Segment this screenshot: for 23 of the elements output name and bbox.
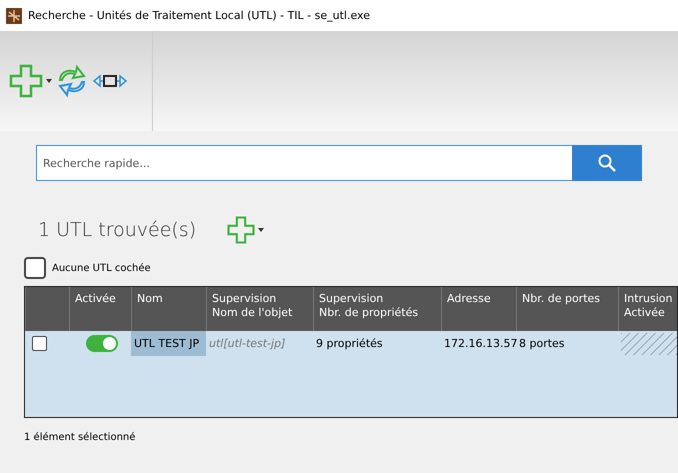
add-button[interactable] xyxy=(8,63,52,99)
toggle-switch[interactable] xyxy=(86,335,118,352)
add-button[interactable] xyxy=(226,215,264,245)
caret-icon xyxy=(258,228,264,232)
table-cell-text: 9 propriétés xyxy=(315,336,384,352)
checkbox[interactable] xyxy=(24,257,46,279)
status-text: 1 élément sélectionné xyxy=(24,432,136,443)
checkbox-label: Aucune UTL cochée xyxy=(52,262,151,274)
table-cell-text: 172.16.13.57 xyxy=(443,336,516,352)
result-count: 1 UTL trouvée(s) xyxy=(38,219,196,241)
table-cell-text: utl[utl-test-jp] xyxy=(208,336,286,352)
resize-icon[interactable] xyxy=(92,73,128,89)
search-icon xyxy=(598,154,616,172)
search-field[interactable]: Recherche rapide... xyxy=(36,145,572,181)
window-title: Recherche - Unités de Traitement Local (UTL) - TIL - se_utl.exe xyxy=(28,9,370,22)
caret-icon xyxy=(46,79,52,83)
search-button[interactable] xyxy=(572,145,642,181)
table-cell-text: 8 portes xyxy=(518,336,566,352)
app-icon xyxy=(6,8,22,24)
plus-icon xyxy=(8,63,44,99)
row-checkbox[interactable] xyxy=(32,336,47,351)
table-cell: UTL TEST JP xyxy=(131,331,206,356)
plus-icon xyxy=(226,215,256,245)
